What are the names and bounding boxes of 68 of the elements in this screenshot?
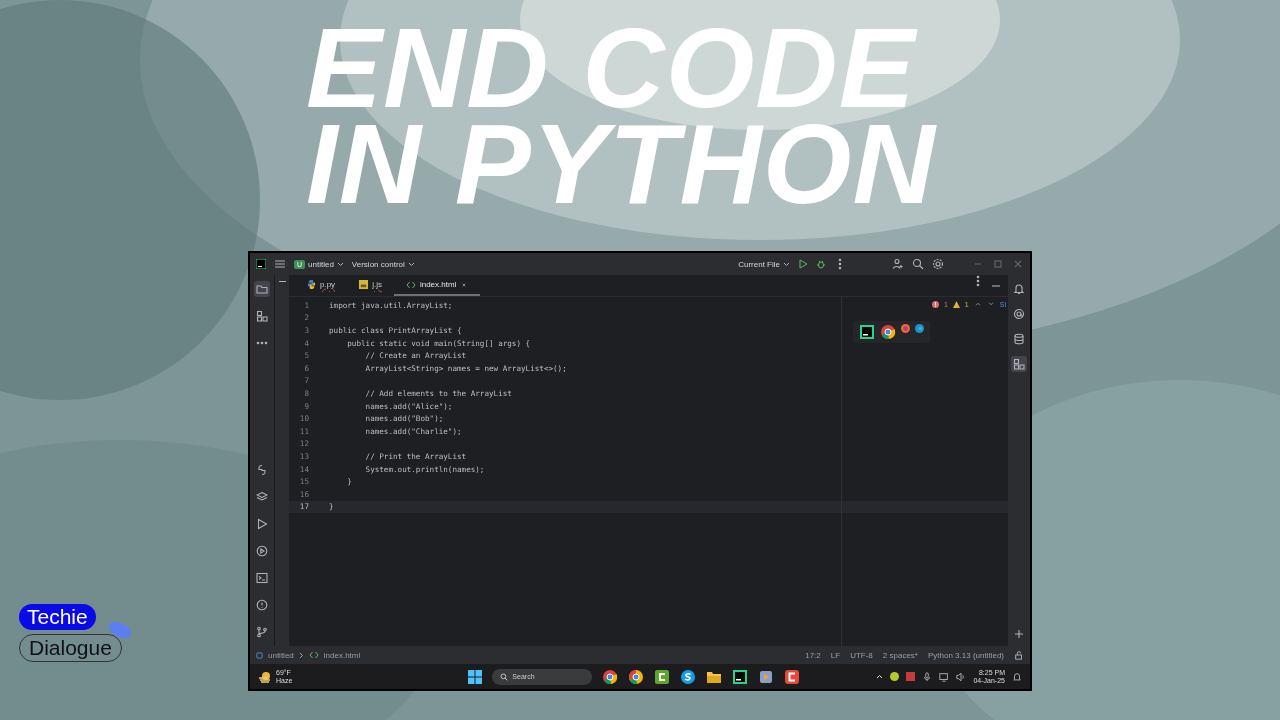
run-icon[interactable]	[798, 259, 808, 269]
breadcrumb[interactable]: untitled	[268, 650, 294, 660]
browser-icon[interactable]	[915, 324, 924, 333]
chevron-up-icon[interactable]	[876, 674, 884, 679]
terminal-icon[interactable]	[256, 572, 268, 584]
headline: END CODE	[306, 20, 918, 116]
editor-tab[interactable]: index.html	[393, 275, 481, 296]
chevron-down-icon	[336, 261, 344, 267]
status-item[interactable]: UTF-8	[850, 650, 873, 660]
status-item[interactable]: LF	[830, 650, 841, 660]
breadcrumb[interactable]: index.html	[323, 650, 361, 660]
database-icon[interactable]	[1013, 333, 1025, 345]
speaker-icon[interactable]	[956, 671, 967, 682]
javascript-file-icon	[359, 280, 369, 289]
structure-icon[interactable]	[1013, 358, 1025, 370]
chevron-down-icon	[407, 261, 415, 267]
lock-icon[interactable]	[1014, 650, 1024, 660]
python-file-icon	[307, 280, 316, 289]
search-icon[interactable]	[912, 258, 924, 270]
browser-icon[interactable]	[602, 668, 619, 685]
ai-assistant-icon[interactable]	[1013, 308, 1025, 320]
structure-icon[interactable]	[256, 310, 268, 322]
services-icon[interactable]	[256, 545, 268, 557]
html-tag-icon	[308, 651, 319, 659]
run-config-selector[interactable]: Current File	[738, 259, 790, 269]
media-player-icon[interactable]	[758, 668, 775, 685]
git-branch-icon[interactable]	[256, 626, 268, 638]
app-icon[interactable]	[654, 668, 671, 685]
folder-icon[interactable]	[256, 283, 268, 295]
module-icon	[256, 651, 263, 659]
logo-text: Techie	[19, 604, 96, 630]
browser-icon[interactable]	[880, 324, 896, 340]
minimize-icon[interactable]	[278, 281, 286, 282]
chevron-down-icon	[783, 261, 790, 267]
headline: IN PYTHON	[306, 116, 936, 212]
start-icon[interactable]	[468, 669, 483, 684]
ide-app-icon[interactable]	[859, 324, 875, 340]
app-logo-icon[interactable]	[256, 259, 266, 269]
html-tag-icon	[405, 280, 416, 289]
chevron-down-icon[interactable]	[986, 300, 995, 308]
status-item[interactable]: Python 3.13 (untitled)	[927, 650, 1004, 660]
warning-icon	[952, 300, 960, 308]
app-icon[interactable]	[784, 668, 801, 685]
layers-icon[interactable]	[256, 491, 268, 503]
chat-app-icon[interactable]	[680, 668, 697, 685]
status-item[interactable]: 17:2	[805, 650, 821, 660]
problems-icon[interactable]	[256, 599, 268, 611]
bell-icon[interactable]	[1013, 283, 1025, 295]
vcs-menu[interactable]: Version control	[351, 259, 415, 269]
run-icon[interactable]	[256, 518, 268, 530]
microphone-icon[interactable]	[922, 671, 933, 682]
add-user-icon[interactable]	[892, 258, 904, 270]
ide-app-icon[interactable]	[732, 668, 749, 685]
menu-icon[interactable]	[274, 258, 286, 270]
notification-icon[interactable]	[1012, 671, 1022, 682]
status-item[interactable]: 2 spaces*	[882, 650, 918, 660]
close-icon[interactable]	[1012, 258, 1024, 270]
chevron-right-icon	[298, 651, 304, 659]
settings-icon[interactable]	[932, 258, 944, 270]
editor-tab[interactable]: p.py	[295, 275, 348, 296]
bug-icon[interactable]	[816, 259, 826, 269]
search-icon	[500, 672, 509, 681]
weather-icon[interactable]	[258, 670, 272, 683]
network-icon[interactable]	[939, 671, 950, 682]
error-icon	[931, 300, 939, 308]
add-icon[interactable]	[1013, 628, 1025, 640]
browser-icon[interactable]	[628, 668, 645, 685]
editor-tab[interactable]: j.js	[347, 275, 394, 296]
